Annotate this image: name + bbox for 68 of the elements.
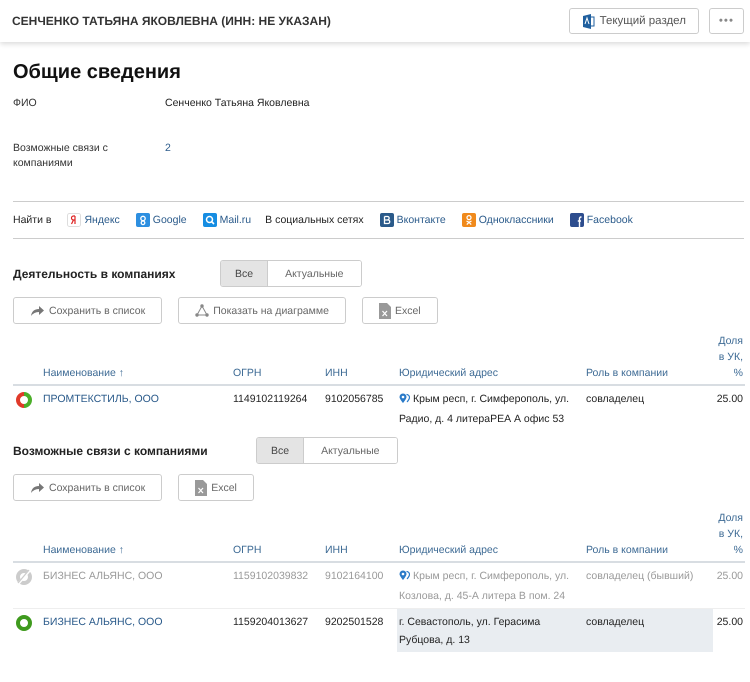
table-cell: совладелец [584,608,713,652]
column-header[interactable]: Юридический адрес [397,510,584,562]
section-title: Возможные связи с компаниями [13,444,209,458]
file-icon [195,480,208,496]
save-to-list-button[interactable]: Сохранить в список [13,297,162,324]
section-heading: Общие сведения [13,60,182,84]
search-icon [202,213,217,227]
company-link[interactable]: ПРОМТЕКСТИЛЬ, ООО [41,385,231,431]
field-label: ФИО [13,96,38,111]
search-link[interactable]: Вконтакте [380,213,446,227]
table-cell: 25.00 [713,385,745,431]
filter-tab[interactable]: Все [257,438,304,463]
count-link[interactable]: 2 [165,141,171,171]
column-header[interactable]: Наименование ↑ [41,333,231,385]
share-arrow-icon [30,482,45,494]
table-cell: 1159102039832 [231,562,323,608]
status-icon [15,568,33,586]
vk-icon [380,213,394,227]
status-icon [15,391,33,409]
company-link[interactable]: БИЗНЕС АЛЬЯНС, ООО [41,608,231,652]
search-link[interactable]: Facebook [570,213,633,227]
filter-tab[interactable]: Актуальные [303,438,396,463]
page-title: СЕНЧЕНКО ТАТЬЯНА ЯКОВЛЕВНА (ИНН: НЕ УКАЗАН) [12,14,332,28]
filter-tab[interactable]: Актуальные [267,261,360,286]
export-button[interactable]: Текущий раздел [568,8,699,34]
table-cell: 25.00 [713,562,745,608]
share-arrow-icon [30,304,45,316]
column-header[interactable]: ОГРН [231,510,323,562]
address-cell: Крым респ, г. Симферополь, ул. Козлова, д. 45-А литера В пом. 24 [399,570,570,602]
search-label: Найти в [13,214,52,226]
search-link[interactable]: Яндекс [67,213,120,227]
column-header[interactable]: ОГРН [231,333,323,385]
search-link[interactable]: Одноклассники [462,213,554,227]
status-icon [15,614,33,632]
column-header[interactable]: ИНН [323,510,397,562]
column-header[interactable]: Доля в УК, % [713,333,745,385]
file-icon [378,302,391,318]
column-header[interactable]: Наименование ↑ [41,510,231,562]
yandex-icon [67,213,82,227]
table-cell: 1149102119264 [231,385,323,431]
field-value: Сенченко Татьяна Яковлевна [165,96,310,111]
column-header[interactable]: Роль в компании [584,510,713,562]
diagram-button[interactable]: Показать на диаграмме [178,297,346,324]
table-cell: 9102056785 [323,385,397,431]
address-cell: г. Севастополь, ул. Герасима Рубцова, д. 13 [397,608,584,652]
column-header[interactable]: Юридический адрес [397,333,584,385]
table-cell: 25.00 [713,608,745,652]
search-link[interactable]: Mail.ru [202,213,252,227]
excel-button[interactable]: Excel [362,297,438,324]
table-cell: 9102164100 [323,562,397,608]
facebook-icon [570,213,584,227]
more-button[interactable]: ••• [708,8,744,34]
table-cell: 1159204013627 [231,608,323,652]
address-cell: Крым респ, г. Симферополь, ул. Радио, д. 4 литераРЕА А офис 53 [399,393,570,425]
column-header[interactable]: Роль в компании [584,333,713,385]
network-icon [195,304,210,317]
ok-icon [462,213,476,227]
field-label: Возможные связи с компаниями [13,141,109,171]
column-header[interactable]: Доля в УК, % [713,510,745,562]
search-link[interactable]: Google [136,213,187,227]
table-cell: совладелец [584,385,713,431]
save-to-list-button[interactable]: Сохранить в список [13,474,162,501]
column-header[interactable]: ИНН [323,333,397,385]
section-title: Деятельность в компаниях [13,266,176,280]
filter-tab[interactable]: Все [221,261,268,286]
excel-button[interactable]: Excel [178,474,254,501]
table-cell: 9202501528 [323,608,397,652]
search-label: В социальных сетях [265,214,364,226]
